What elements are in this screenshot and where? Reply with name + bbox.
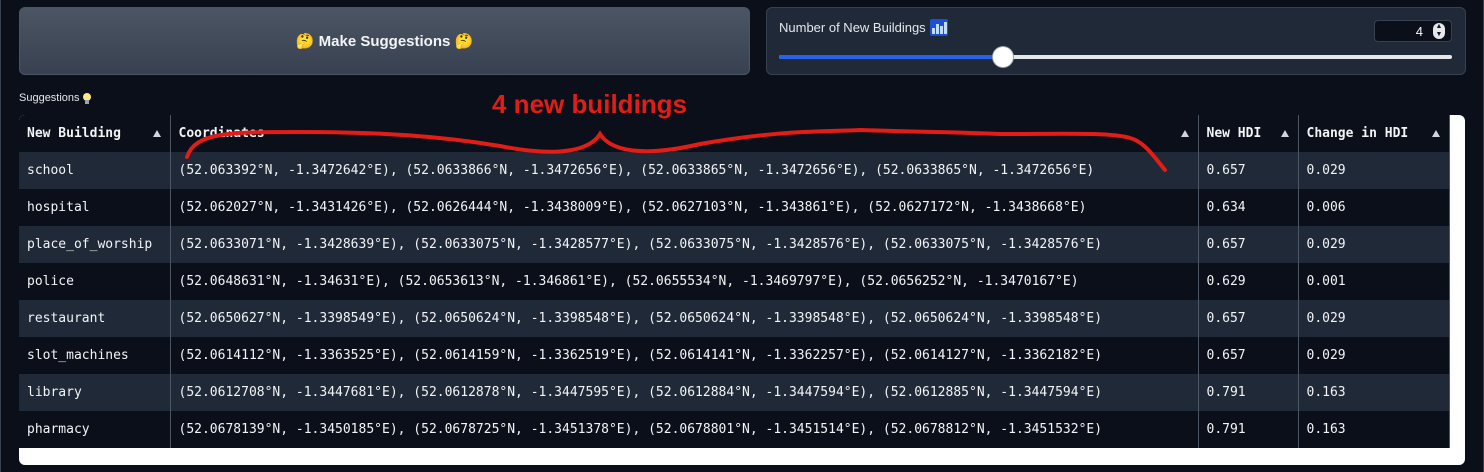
cell-coordinates[interactable]: (52.0614112°N, -1.3363525°E), (52.061415… [170,337,1199,374]
suggestions-table-container: New Building Coordinates New HDI Change … [19,115,1465,465]
building-count-value: 4 [1415,23,1423,39]
cell-change-hdi[interactable]: 0.029 [1298,152,1450,189]
cell-change-hdi[interactable]: 0.029 [1298,300,1450,337]
table-row: school (52.063392°N, -1.3472642°E), (52.… [19,152,1450,189]
cell-building[interactable]: school [19,152,171,189]
cell-change-hdi[interactable]: 0.001 [1298,263,1450,300]
cell-change-hdi[interactable]: 0.163 [1298,411,1450,448]
cell-coordinates[interactable]: (52.062027°N, -1.3431426°E), (52.0626444… [170,189,1199,226]
cell-new-hdi[interactable]: 0.791 [1198,411,1299,448]
cell-new-hdi[interactable]: 0.657 [1198,300,1299,337]
cell-coordinates[interactable]: (52.0612708°N, -1.3447681°E), (52.061287… [170,374,1199,411]
cell-building[interactable]: library [19,374,171,411]
annotation-label: 4 new buildings [492,89,688,119]
cell-new-hdi[interactable]: 0.791 [1198,374,1299,411]
cell-building[interactable]: slot_machines [19,337,171,374]
stepper-arrows-icon[interactable]: ▲ ▼ [1433,23,1445,39]
building-count-slider[interactable] [779,47,1452,67]
building-count-label: Number of New Buildings [779,20,926,35]
cell-coordinates[interactable]: (52.063392°N, -1.3472642°E), (52.0633866… [170,152,1199,189]
sort-arrow-icon[interactable] [1431,130,1440,137]
table-row: hospital (52.062027°N, -1.3431426°E), (5… [19,189,1450,226]
cell-new-hdi[interactable]: 0.629 [1198,263,1299,300]
make-suggestions-label: 🤔 Make Suggestions 🤔 [295,33,474,50]
cell-change-hdi[interactable]: 0.029 [1298,226,1450,263]
cell-building[interactable]: police [19,263,171,300]
sort-arrow-icon[interactable] [1180,130,1189,137]
column-header-coordinates[interactable]: Coordinates [170,115,1199,152]
table-row: library (52.0612708°N, -1.3447681°E), (5… [19,374,1450,411]
building-count-number-input[interactable]: 4 ▲ ▼ [1374,20,1452,42]
table-row: place_of_worship (52.0633071°N, -1.34286… [19,226,1450,263]
cell-new-hdi[interactable]: 0.634 [1198,189,1299,226]
lightbulb-icon [82,92,91,104]
sort-arrow-icon[interactable] [1280,130,1289,137]
cell-coordinates[interactable]: (52.0648631°N, -1.34631°E), (52.0653613°… [170,263,1199,300]
slider-fill [779,55,1004,59]
cell-coordinates[interactable]: (52.0650627°N, -1.3398549°E), (52.065062… [170,300,1199,337]
make-suggestions-button[interactable]: 🤔 Make Suggestions 🤔 [19,7,750,75]
cell-coordinates[interactable]: (52.0678139°N, -1.3450185°E), (52.067872… [170,411,1199,448]
table-row: pharmacy (52.0678139°N, -1.3450185°E), (… [19,411,1450,448]
table-row: restaurant (52.0650627°N, -1.3398549°E),… [19,300,1450,337]
building-count-label-group: Number of New Buildings [779,19,948,36]
cell-coordinates[interactable]: (52.0633071°N, -1.3428639°E), (52.063307… [170,226,1199,263]
cell-building[interactable]: place_of_worship [19,226,171,263]
suggestions-label: Suggestions [19,92,80,104]
column-header-change-in-hdi[interactable]: Change in HDI [1298,115,1450,152]
suggestions-label-group: Suggestions [19,92,91,104]
cell-building[interactable]: restaurant [19,300,171,337]
table-row: police (52.0648631°N, -1.34631°E), (52.0… [19,263,1450,300]
column-header-new-building[interactable]: New Building [19,115,171,152]
slider-thumb[interactable] [993,47,1014,67]
sort-arrow-icon[interactable] [152,130,161,137]
table-row: slot_machines (52.0614112°N, -1.3363525°… [19,337,1450,374]
building-count-panel: Number of New Buildings 4 ▲ ▼ [766,7,1466,75]
cell-new-hdi[interactable]: 0.657 [1198,152,1299,189]
bar-chart-icon [929,19,948,36]
column-header-new-hdi[interactable]: New HDI [1198,115,1299,152]
cell-change-hdi[interactable]: 0.029 [1298,337,1450,374]
cell-building[interactable]: pharmacy [19,411,171,448]
cell-new-hdi[interactable]: 0.657 [1198,337,1299,374]
suggestions-table: New Building Coordinates New HDI Change … [19,115,1450,448]
cell-change-hdi[interactable]: 0.163 [1298,374,1450,411]
cell-change-hdi[interactable]: 0.006 [1298,189,1450,226]
cell-building[interactable]: hospital [19,189,171,226]
cell-new-hdi[interactable]: 0.657 [1198,226,1299,263]
